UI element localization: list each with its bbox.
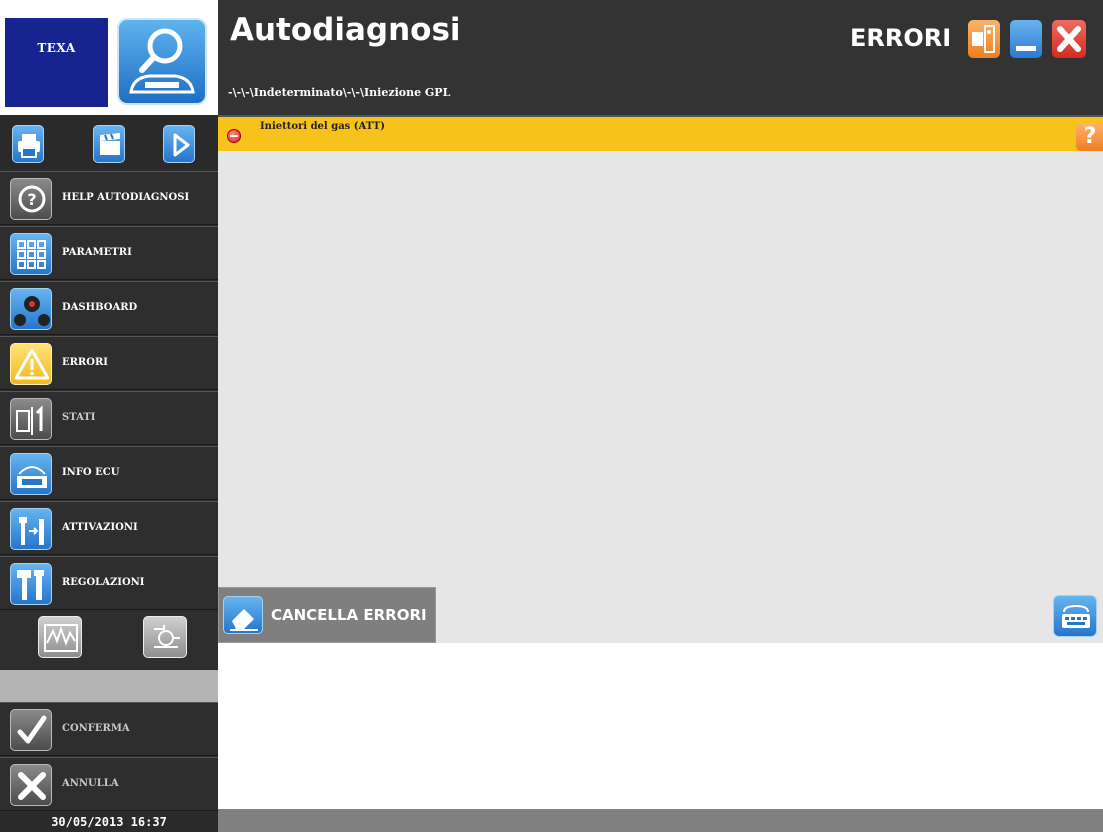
texa-logo-text: TEXA — [37, 41, 76, 55]
section-title: ERRORI — [850, 24, 952, 52]
print-button[interactable] — [12, 125, 44, 163]
sidebar-item-regolazioni[interactable]: REGOLAZIONI — [0, 556, 218, 610]
sidebar-item-attivazioni[interactable]: ATTIVAZIONI — [0, 501, 218, 555]
sidebar-item-label: DASHBOARD — [62, 302, 138, 313]
confirm-button[interactable]: CONFERMA — [0, 702, 218, 756]
sidebar-item-label: STATI — [62, 412, 96, 423]
tools-row — [0, 612, 218, 664]
texa-logo: TEXA — [5, 18, 108, 107]
cancel-label: ANNULLA — [62, 778, 119, 789]
play-button[interactable] — [163, 125, 195, 163]
question-mark-icon: ? — [1083, 124, 1097, 149]
eraser-icon — [223, 596, 263, 634]
help-icon: ? — [10, 178, 52, 220]
warning-icon — [10, 343, 52, 385]
sidebar-item-parametri[interactable]: PARAMETRI — [0, 226, 218, 280]
sidebar-item-errori[interactable]: ERRORI — [0, 336, 218, 390]
keyboard-button[interactable] — [1053, 595, 1097, 637]
cross-icon — [10, 764, 52, 806]
breadcrumb-path: -\-\-\Indeterminato\-\-\Iniezione GPL — [228, 86, 451, 99]
connector-icon — [154, 625, 180, 648]
sidebar-item-dashboard[interactable]: DASHBOARD — [0, 281, 218, 335]
error-list-item[interactable]: Iniettori del gas (ATT) ? — [218, 115, 1103, 151]
error-status-icon — [227, 129, 241, 143]
tools-icon — [10, 563, 52, 605]
sidebar-item-label: INFO ECU — [62, 467, 120, 478]
record-button[interactable] — [93, 125, 125, 163]
errors-panel: Iniettori del gas (ATT) ? CANCELLA ERROR… — [218, 115, 1103, 643]
connector-button[interactable] — [143, 616, 187, 658]
close-icon — [1057, 26, 1081, 52]
sidebar-item-label: PARAMETRI — [62, 247, 132, 258]
sidebar-item-label: ERRORI — [62, 357, 108, 368]
svg-text:?: ? — [27, 190, 36, 209]
sidebar-item-help-autodiagnosi[interactable]: ? HELP AUTODIAGNOSI — [0, 171, 218, 225]
oscilloscope-icon — [44, 624, 78, 652]
play-icon — [173, 133, 190, 157]
sidebar: ? HELP AUTODIAGNOSI PARAMETRI DASHBOARD … — [0, 115, 218, 832]
sidebar-spacer — [0, 664, 218, 702]
sidebar-toolbar — [0, 115, 218, 171]
sidebar-item-label: HELP AUTODIAGNOSI — [62, 192, 190, 203]
close-button[interactable] — [1052, 20, 1086, 58]
clear-errors-button[interactable]: CANCELLA ERRORI — [218, 587, 436, 643]
datetime-bar: 30/05/2013 16:37 — [0, 812, 218, 832]
cancel-button[interactable]: ANNULLA — [0, 757, 218, 811]
autodiagnosis-app-icon — [117, 18, 207, 105]
sidebar-item-stati[interactable]: STATI — [0, 391, 218, 445]
minimize-icon — [1016, 46, 1036, 51]
minimize-button[interactable] — [1010, 20, 1042, 58]
sidebar-item-label: ATTIVAZIONI — [62, 522, 138, 533]
clear-errors-label: CANCELLA ERRORI — [271, 606, 427, 624]
error-description: Iniettori del gas (ATT) — [260, 121, 385, 132]
header-bar: Autodiagnosi -\-\-\Indeterminato\-\-\Ini… — [218, 0, 1103, 115]
grid-icon — [10, 233, 52, 275]
confirm-label: CONFERMA — [62, 723, 130, 734]
sidebar-item-label: REGOLAZIONI — [62, 577, 145, 588]
error-help-button[interactable]: ? — [1076, 123, 1103, 151]
exit-door-icon — [972, 25, 995, 53]
activation-icon — [10, 508, 52, 550]
keyboard-icon — [1062, 604, 1090, 628]
switch-icon — [10, 398, 52, 440]
sidebar-item-info-ecu[interactable]: INFO ECU — [0, 446, 218, 500]
status-bar — [218, 809, 1103, 832]
info-icon — [10, 453, 52, 495]
dashboard-icon — [10, 288, 52, 330]
clapperboard-icon — [100, 133, 120, 155]
printer-icon — [18, 134, 40, 158]
page-title: Autodiagnosi — [230, 12, 461, 48]
datetime-text: 30/05/2013 16:37 — [51, 815, 167, 829]
exit-button[interactable] — [968, 20, 1000, 58]
logo-area: TEXA — [0, 0, 218, 115]
checkmark-icon — [10, 709, 52, 751]
oscilloscope-button[interactable] — [38, 616, 82, 658]
